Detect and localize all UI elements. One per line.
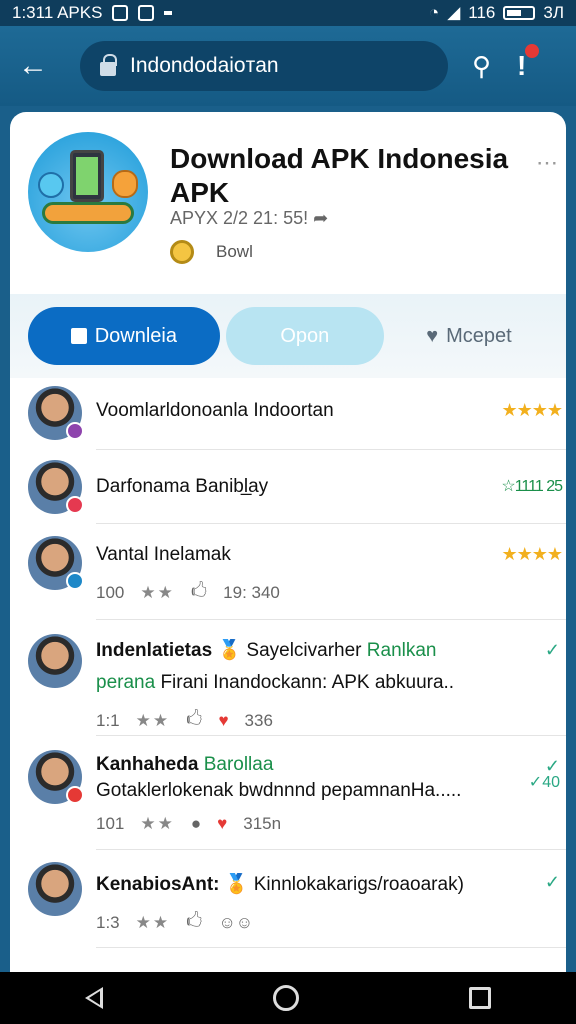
- review-meta: 1:3 ★★ 🖒 ☺☺: [96, 908, 566, 937]
- like-count: 315n: [243, 814, 282, 833]
- review-meta: 1:1 ★★ 🖒 ♥ 336: [96, 706, 566, 735]
- app-version-meta: APYX 2/2 21: 55! ➦: [170, 208, 329, 228]
- open-button[interactable]: Opon: [225, 307, 384, 365]
- open-label: Opon: [280, 324, 330, 347]
- lock-icon: [100, 54, 117, 76]
- review-meta: 100 ★★ 🖒 19: 340: [96, 578, 566, 607]
- review-item[interactable]: Darfonama Banibl̲ay ☆1111 25: [28, 450, 566, 524]
- small-stars-icon: ★★: [135, 912, 171, 932]
- nav-back-icon[interactable]: [85, 987, 103, 1009]
- developer-row[interactable]: Bowl: [170, 240, 253, 264]
- small-stars-icon: ★★: [140, 814, 175, 833]
- reviewer-name: Vantal Inelamak: [96, 544, 231, 565]
- nav-recents-icon[interactable]: [469, 987, 491, 1009]
- small-stars-icon: ★★: [140, 582, 175, 602]
- download-button[interactable]: Downleia: [28, 307, 220, 365]
- alert-badge: [525, 44, 540, 58]
- review-item[interactable]: ✓ Indenlatietas 🏅 Sayelcivarher Ranlkan …: [28, 620, 566, 736]
- save-label: Mcepet: [446, 324, 512, 347]
- app-header: Download APK Indonesia APK ⋯ APYX 2/2 21…: [10, 112, 566, 294]
- heart-reaction-icon: ♥: [217, 814, 228, 833]
- signal-icon: ◢: [447, 3, 461, 22]
- reviewer-name: Kanhaheda Barollaa: [96, 754, 274, 775]
- reviews-list: Voomlarldonoanla Indoortan ★★★★ Darfonam…: [10, 378, 566, 948]
- rating-score: ☆1111 25: [501, 478, 563, 495]
- url-text: Indondodaioтan: [130, 54, 279, 77]
- status-time: 1:311 APKS: [12, 3, 103, 22]
- heart-icon: ♥: [426, 324, 439, 347]
- emoji-reaction-icon: ☺☺: [218, 912, 254, 932]
- back-arrow-icon[interactable]: ←: [18, 49, 58, 83]
- verified-check-icon: ✓: [544, 872, 560, 892]
- review-item[interactable]: Vantal Inelamak ★★★★ 100 ★★ 🖒 19: 340: [28, 524, 566, 620]
- more-options-icon[interactable]: ⋯: [536, 150, 558, 176]
- review-text: perana Firani Inandockann: APK abkuura..: [96, 672, 455, 693]
- review-item[interactable]: Voomlarldonoanla Indoortan ★★★★: [28, 378, 566, 450]
- avatar: [28, 862, 82, 916]
- review-item[interactable]: ✓ KenabiosAnt: 🏅 Kinnlokakarigs/roaoarak…: [28, 850, 566, 948]
- verified-check-icon: ✓: [544, 640, 560, 660]
- battery-text: 3Л: [543, 3, 564, 22]
- wifi-icon: ◔: [428, 3, 440, 22]
- review-item[interactable]: ✓ ✓40 Kanhaheda Barollaa Gotaklerlokenak…: [28, 736, 566, 850]
- app-bar: ← Indondodaioтan ⚲ !: [0, 26, 576, 106]
- status-right-text: 116: [468, 3, 496, 22]
- avatar: [28, 750, 84, 804]
- notification-alert-icon[interactable]: !: [517, 44, 540, 82]
- app-notification-icon: [138, 5, 155, 21]
- review-text: Gotaklerlokenak bwdnnnd pepamnanHa.....: [96, 780, 462, 801]
- review-meta: 101 ★★ ● ♥ 315n: [96, 814, 566, 834]
- extra-count: ✓40: [528, 774, 560, 791]
- address-bar[interactable]: Indondodaioтan: [80, 41, 448, 91]
- review-count: 101: [96, 814, 125, 833]
- save-button[interactable]: ♥ Mcepet: [390, 307, 548, 365]
- thumbs-up-icon[interactable]: 🖒: [186, 908, 202, 937]
- developer-icon: [170, 240, 194, 264]
- notification-icon: [112, 5, 129, 21]
- app-title: Download APK Indonesia APK: [170, 143, 509, 208]
- avatar: [28, 386, 84, 440]
- download-label: Downleia: [94, 324, 177, 347]
- thumbs-up-icon[interactable]: 🖒: [186, 706, 202, 735]
- emoji-reaction-icon: ●: [190, 814, 202, 833]
- like-count: 19: 340: [223, 582, 280, 602]
- nav-home-icon[interactable]: [273, 985, 299, 1011]
- reviewer-name: Voomlarldonoanla Indoortan: [96, 400, 334, 421]
- avatar: [28, 536, 84, 590]
- reviewer-name: KenabiosAnt: 🏅 Kinnlokakarigs/roaoarak): [96, 874, 464, 895]
- medal-icon: 🏅: [217, 640, 242, 661]
- app-detail-card: Download APK Indonesia APK ⋯ APYX 2/2 21…: [10, 112, 566, 972]
- review-count: 100: [96, 582, 125, 602]
- review-count: 1:1: [96, 710, 120, 730]
- more-notifications-icon: [164, 11, 173, 15]
- reviewer-name: Indenlatietas 🏅 Sayelcivarher Ranlkan: [96, 640, 437, 661]
- small-stars-icon: ★★: [135, 710, 171, 730]
- app-robot-phone-icon: [28, 132, 148, 252]
- thumbs-up-icon[interactable]: 🖒: [191, 578, 207, 607]
- system-nav-bar: [0, 972, 576, 1024]
- search-icon[interactable]: ⚲: [472, 51, 491, 82]
- action-bar: Downleia Opon ♥ Mcepet: [10, 294, 566, 378]
- heart-reaction-icon: ♥: [218, 710, 229, 730]
- developer-name: Bowl: [216, 242, 253, 261]
- like-count: 336: [244, 710, 273, 730]
- reviewer-name: Darfonama Banibl̲ay: [96, 476, 269, 497]
- shopping-bag-icon: [70, 328, 87, 344]
- battery-icon: [503, 6, 536, 20]
- status-bar: 1:311 APKS ◔ ◢ 116 3Л: [0, 0, 576, 26]
- rating-stars: ★★★★: [501, 400, 563, 420]
- rating-stars: ★★★★: [501, 544, 563, 564]
- medal-icon: 🏅: [224, 874, 249, 895]
- avatar: [28, 460, 84, 514]
- review-count: 1:3: [96, 912, 120, 932]
- avatar: [28, 634, 82, 688]
